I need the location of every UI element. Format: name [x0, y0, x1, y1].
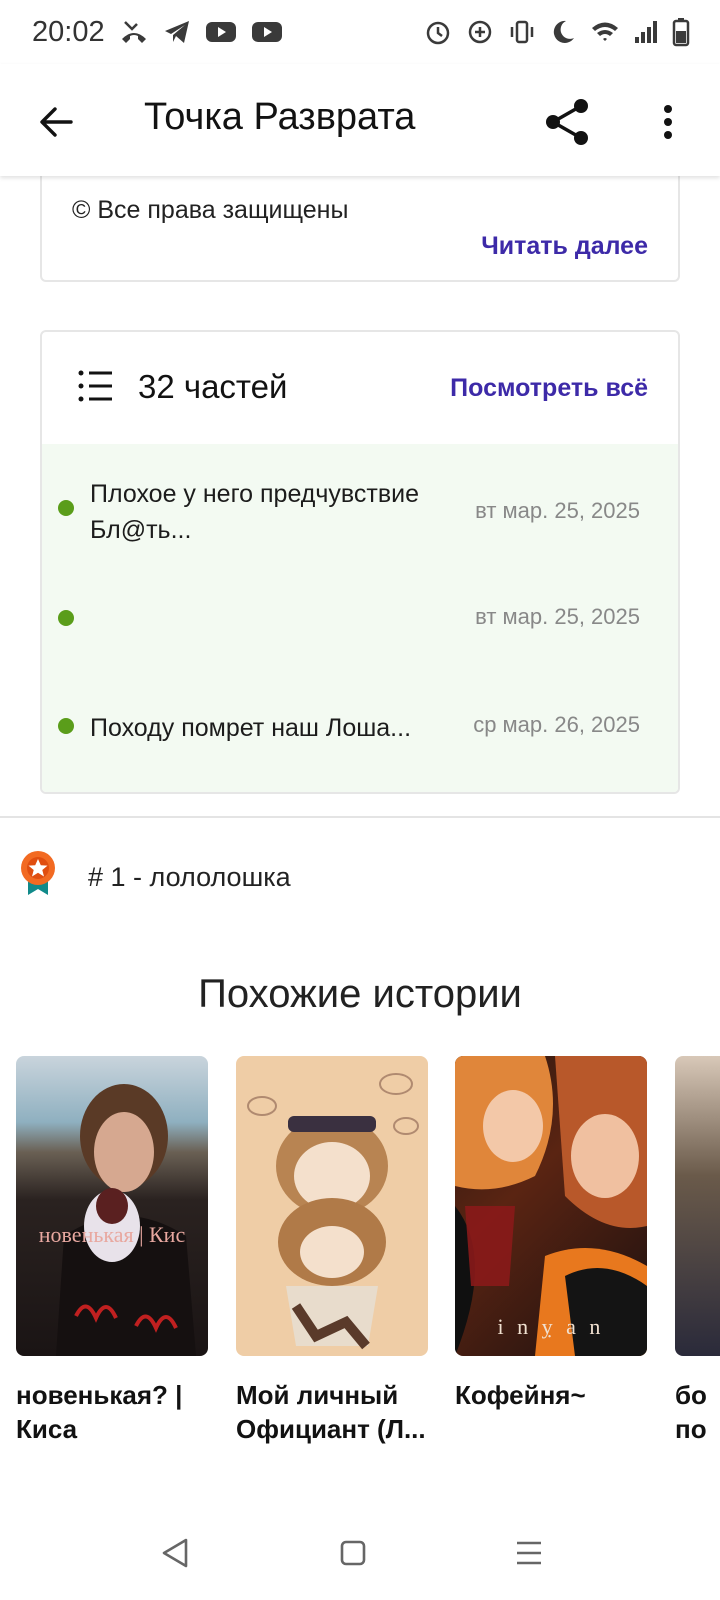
ranking-text: # 1 - лололошка — [88, 862, 291, 892]
youtube-icon — [251, 20, 283, 44]
similar-stories-heading: Похожие истории — [198, 972, 522, 1016]
status-bar: 20:02 — [0, 0, 720, 64]
story-title: Мой личный Официант (Л... — [236, 1380, 426, 1444]
wifi-icon — [590, 19, 620, 45]
story-cover: i n ỵ a n — [455, 1056, 647, 1356]
story-cover — [236, 1056, 428, 1356]
part-status-dot — [58, 610, 74, 626]
alarm-icon — [424, 18, 452, 46]
story-card[interactable]: Мой личный Официант (Л... — [236, 1056, 428, 1446]
part-title: Походу помрет наш Лоша... — [90, 714, 412, 742]
story-cover — [675, 1056, 720, 1356]
status-time: 20:02 — [32, 15, 105, 48]
ranking-row[interactable]: # 1 - лололошка — [0, 850, 720, 920]
view-all-link[interactable]: Посмотреть всё — [450, 374, 648, 403]
back-button[interactable] — [28, 94, 84, 150]
part-status-dot — [58, 718, 74, 734]
description-card: © Все права защищены Читать далее — [40, 160, 680, 282]
telegram-icon — [163, 19, 191, 45]
share-button[interactable] — [538, 92, 598, 152]
app-bar: Точка Разврата — [0, 64, 720, 176]
square-home-icon — [340, 1540, 366, 1566]
arrow-left-icon — [40, 107, 73, 137]
parts-card: 32 частей Посмотреть всё Плохое у него п… — [40, 330, 680, 794]
part-date: вт мар. 25, 2025 — [475, 604, 640, 629]
part-title: Плохое у него предчувствие Бл@ть... — [90, 480, 420, 544]
menu-lines-icon — [517, 1541, 541, 1565]
part-date: вт мар. 25, 2025 — [475, 498, 640, 523]
story-card[interactable]: i n ỵ a n Кофейня~ — [455, 1056, 647, 1412]
status-right — [424, 17, 690, 47]
story-cover-text: i n ỵ a n — [497, 1314, 605, 1339]
page-title: Точка Разврата — [144, 96, 416, 138]
story-card[interactable]: новенькая | Кис новенькая? | Киса — [16, 1056, 208, 1446]
signal-icon — [634, 19, 658, 45]
nav-back-button[interactable] — [150, 1528, 200, 1578]
story-cover: новенькая | Кис — [16, 1056, 208, 1356]
nav-home-button[interactable] — [328, 1528, 378, 1578]
ranking-badge-icon — [20, 850, 56, 901]
story-card[interactable]: бо по — [675, 1056, 720, 1446]
do-not-disturb-icon — [550, 18, 576, 46]
nav-menu-button[interactable] — [504, 1528, 554, 1578]
part-date: ср мар. 26, 2025 — [473, 712, 640, 737]
more-options-button[interactable] — [648, 92, 688, 152]
read-more-link[interactable]: Читать далее — [481, 232, 648, 261]
vibrate-icon — [508, 18, 536, 46]
system-nav-bar — [0, 1510, 720, 1600]
parts-count: 32 частей — [138, 368, 288, 405]
copyright-text: © Все права защищены — [72, 196, 349, 224]
list-icon — [78, 370, 114, 407]
parts-list: Плохое у него предчувствие Бл@ть... вт м… — [42, 444, 678, 792]
data-saver-icon — [466, 18, 494, 46]
battery-icon — [672, 17, 690, 47]
story-title: новенькая? | Киса — [16, 1380, 183, 1444]
divider — [0, 816, 720, 818]
share-icon — [546, 99, 588, 145]
parts-header: 32 частей Посмотреть всё — [42, 332, 678, 444]
part-status-dot — [58, 500, 74, 516]
story-title: Кофейня~ — [455, 1380, 586, 1410]
youtube-icon — [205, 20, 237, 44]
part-item[interactable]: Плохое у него предчувствие Бл@ть... вт м… — [42, 472, 678, 552]
part-item[interactable]: вт мар. 25, 2025 — [42, 594, 678, 644]
more-vert-icon — [664, 105, 672, 139]
status-left: 20:02 — [32, 16, 283, 49]
story-title: бо по — [675, 1380, 707, 1444]
triangle-back-icon — [162, 1538, 188, 1568]
missed-call-icon — [119, 19, 149, 45]
part-item[interactable]: Походу помрет наш Лоша... ср мар. 26, 20… — [42, 706, 678, 756]
story-cover-text: новенькая | Кис — [38, 1222, 186, 1247]
